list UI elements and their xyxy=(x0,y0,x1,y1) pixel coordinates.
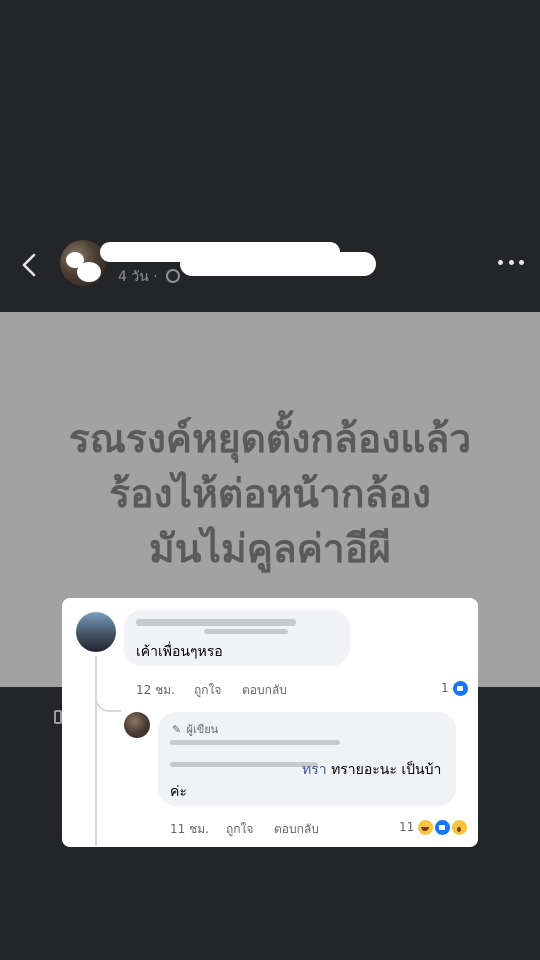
wow-icon xyxy=(451,819,468,836)
reply-reaction-count: 11 xyxy=(399,820,415,834)
more-options-button[interactable] xyxy=(498,258,524,266)
caption-line: มันไม่คูลค่าอีผี xyxy=(149,527,391,572)
commenter-avatar[interactable] xyxy=(76,612,116,652)
phone-icon xyxy=(54,710,62,724)
redacted-author-name xyxy=(170,740,340,745)
chevron-left-icon xyxy=(22,253,36,277)
redacted-text xyxy=(204,629,288,634)
dot xyxy=(519,259,524,265)
reply-reply-button[interactable]: ตอบกลับ xyxy=(274,820,319,839)
author-badge-label: ผู้เขียน xyxy=(186,723,219,736)
globe-icon xyxy=(166,269,180,283)
reply-like-button[interactable]: ถูกใจ xyxy=(226,820,253,839)
comment-actions: 12 ชม. ถูกใจ ตอบกลับ 1 xyxy=(62,680,478,700)
post-author-avatar[interactable] xyxy=(60,240,106,286)
pencil-icon: ✎ xyxy=(172,723,182,736)
dot xyxy=(498,259,503,265)
like-icon xyxy=(434,819,451,836)
reply-time: 11 ชม. xyxy=(170,822,209,836)
comment-card: เค้าเพื่อนๆหรอ 12 ชม. ถูกใจ ตอบกลับ 1 ✎ … xyxy=(62,598,478,847)
like-icon xyxy=(452,680,469,697)
back-button[interactable] xyxy=(16,250,44,280)
author-avatar[interactable] xyxy=(124,712,150,738)
author-badge: ✎ ผู้เขียน xyxy=(172,720,218,738)
reply-actions: 11 ชม. ถูกใจ ตอบกลับ 11 xyxy=(62,819,478,839)
post-header: 4 วัน · xyxy=(0,232,540,302)
reply-button[interactable]: ตอบกลับ xyxy=(242,681,287,700)
caption-line: ร้องไห้ต่อหน้ากล้อง xyxy=(109,472,431,517)
caption-line: รณรงค์หยุดตั้งกล้องแล้ว xyxy=(68,417,472,462)
reply-text-line2: ค่ะ xyxy=(170,784,187,800)
redacted-author-name-2 xyxy=(180,252,376,276)
reply-text-line1: ทรายอะนะ เป็นบ้า xyxy=(331,762,442,778)
haha-icon xyxy=(417,819,434,836)
comment-text: เค้าเพื่อนๆหรอ xyxy=(136,644,223,660)
mention-link[interactable]: ทรา xyxy=(302,762,327,778)
post-time: 4 วัน · xyxy=(118,269,158,285)
image-caption: รณรงค์หยุดตั้งกล้องแล้ว ร้องไห้ต่อหน้ากล… xyxy=(0,412,540,577)
reply-bubble: ✎ ผู้เขียน ทรา ทรายอะนะ เป็นบ้า ค่ะ xyxy=(158,712,456,806)
comment-bubble: เค้าเพื่อนๆหรอ xyxy=(124,610,350,666)
reply-text: ทรา ทรายอะนะ เป็นบ้า ค่ะ xyxy=(170,759,450,803)
screen: 4 วัน · รณรงค์หยุดตั้งกล้องแล้ว ร้องไห้ต… xyxy=(0,0,540,960)
like-button[interactable]: ถูกใจ xyxy=(194,681,221,700)
redacted-commenter-name xyxy=(136,619,296,626)
reaction-count: 1 xyxy=(441,681,449,695)
comment-time: 12 ชม. xyxy=(136,683,175,697)
dot xyxy=(508,259,514,265)
